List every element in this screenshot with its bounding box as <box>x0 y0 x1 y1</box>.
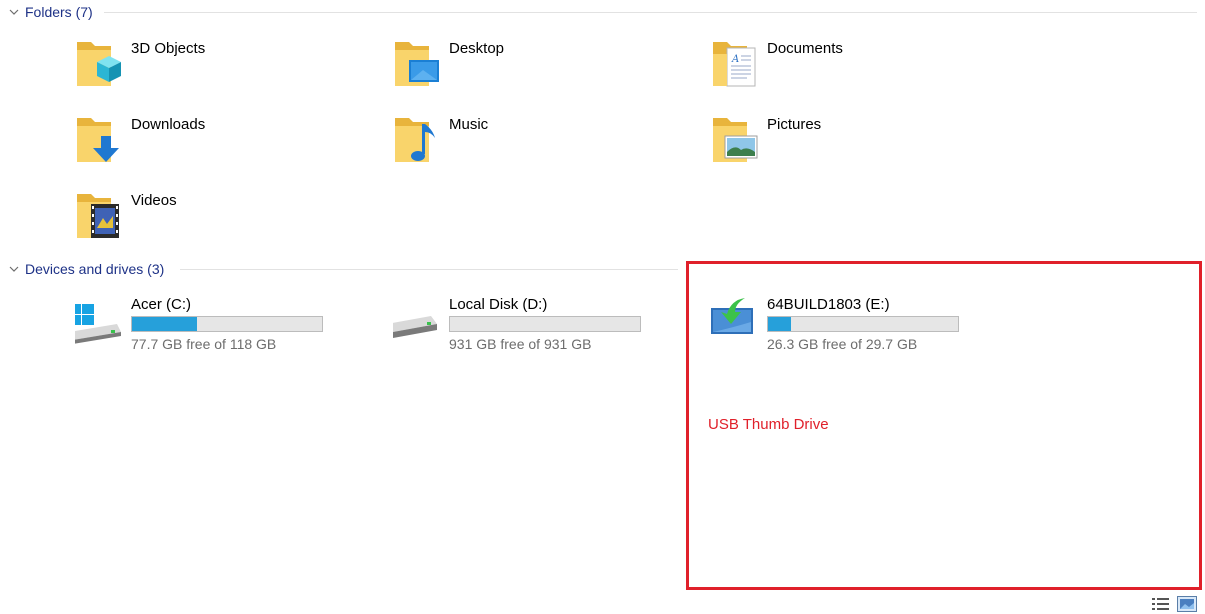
large-icons-view-icon[interactable] <box>1177 596 1197 612</box>
folder-label: Pictures <box>767 116 822 133</box>
folder-label: 3D Objects <box>131 40 206 57</box>
folder-item-3d-objects[interactable]: 3D Objects <box>75 36 335 100</box>
documents-folder-icon: A <box>713 42 756 87</box>
folder-item-music[interactable]: Music <box>393 112 653 176</box>
drives-section-title: Devices and drives (3) <box>25 261 165 277</box>
folder-item-downloads[interactable]: Downloads <box>75 112 335 176</box>
videos-folder-icon <box>77 194 119 238</box>
folder-label: Videos <box>131 192 177 209</box>
folder-item-documents[interactable]: A Documents <box>711 36 971 100</box>
drive-item-d[interactable]: Local Disk (D:) 931 GB free of 931 GB <box>393 292 653 356</box>
chevron-down-icon[interactable] <box>8 263 20 275</box>
view-buttons <box>1151 596 1197 612</box>
details-view-icon[interactable] <box>1151 596 1171 612</box>
folders-section-title: Folders (7) <box>25 4 93 20</box>
music-folder-icon <box>395 118 435 162</box>
hard-drive-icon <box>393 316 437 338</box>
section-divider <box>104 12 1197 13</box>
drive-usage-bar <box>131 316 323 332</box>
folder-label: Downloads <box>131 116 206 133</box>
drive-item-c[interactable]: Acer (C:) 77.7 GB free of 118 GB <box>75 292 335 356</box>
folder-item-desktop[interactable]: Desktop <box>393 36 653 100</box>
drive-usage-fill <box>132 317 197 331</box>
drive-label: Local Disk (D:) <box>449 296 548 313</box>
folder-label: Documents <box>767 40 843 57</box>
drive-free-space: 77.7 GB free of 118 GB <box>131 336 277 352</box>
folder-item-pictures[interactable]: Pictures <box>711 112 971 176</box>
drive-label: Acer (C:) <box>131 296 191 313</box>
section-divider <box>180 269 678 270</box>
chevron-down-icon[interactable] <box>8 6 20 18</box>
folders-section-header[interactable]: Folders (7) <box>8 2 1197 22</box>
folder-label: Music <box>449 116 489 133</box>
3d-objects-folder-icon <box>77 42 121 86</box>
drive-free-space: 931 GB free of 931 GB <box>449 336 592 352</box>
pictures-folder-icon <box>713 118 758 162</box>
svg-text:A: A <box>731 54 739 65</box>
downloads-folder-icon <box>77 118 119 162</box>
drives-section-header[interactable]: Devices and drives (3) <box>8 259 678 279</box>
folder-label: Desktop <box>449 40 505 57</box>
folder-item-videos[interactable]: Videos <box>75 188 335 252</box>
desktop-folder-icon <box>395 42 439 86</box>
drive-usage-bar <box>449 316 641 332</box>
windows-drive-icon <box>75 304 121 344</box>
annotation-label: USB Thumb Drive <box>708 416 829 433</box>
